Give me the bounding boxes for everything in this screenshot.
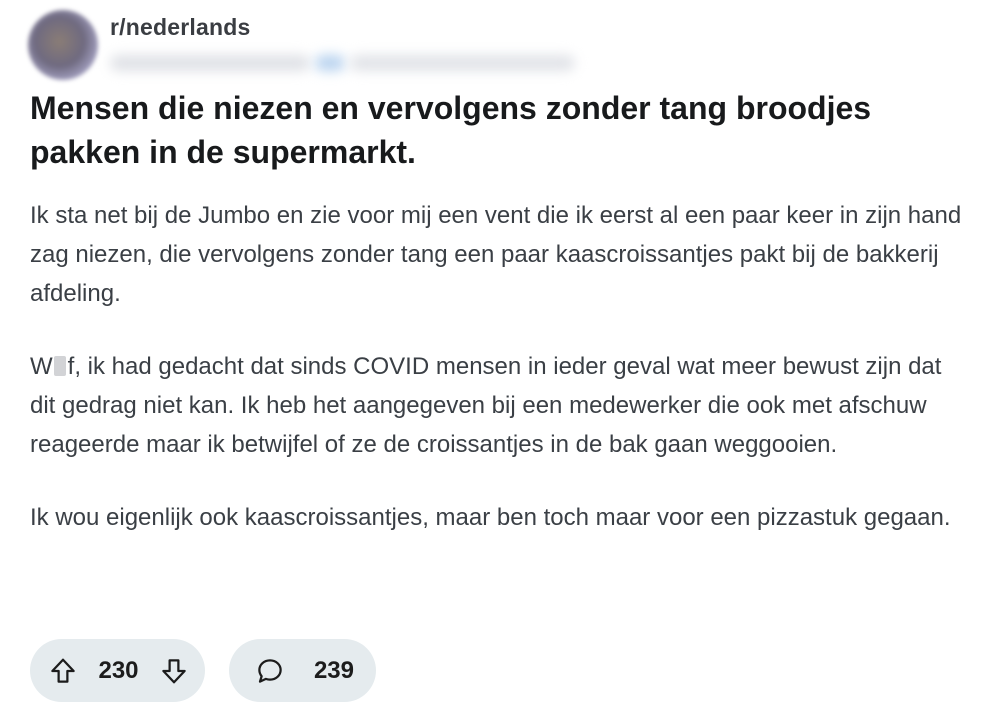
paragraph-lead-letter: W <box>30 353 53 380</box>
speech-bubble-icon <box>258 658 282 683</box>
post-actions: 230 239 <box>30 639 376 702</box>
comments-button[interactable]: 239 <box>229 639 376 702</box>
comment-count: 239 <box>313 656 354 684</box>
post-paragraph-1: Ik sta net bij de Jumbo en zie voor mij … <box>30 202 962 307</box>
post-header: r/nederlands <box>28 10 580 80</box>
post-paragraph-2: Wf, ik had gedacht dat sinds COVID mense… <box>30 347 965 464</box>
downvote-button[interactable] <box>157 654 191 688</box>
subreddit-name[interactable]: r/nederlands <box>110 14 580 41</box>
post-title[interactable]: Mensen die niezen en vervolgens zonder t… <box>30 86 970 174</box>
arrow-up-icon <box>51 658 75 683</box>
post-body: Ik sta net bij de Jumbo en zie voor mij … <box>30 196 965 571</box>
subreddit-avatar[interactable] <box>28 10 98 80</box>
vote-count: 230 <box>98 656 139 684</box>
author-meta-redacted <box>110 49 580 75</box>
arrow-down-icon <box>162 658 186 683</box>
paragraph-text-after-censor: f, ik had gedacht dat sinds COVID mensen… <box>30 353 942 458</box>
censor-block <box>53 356 66 376</box>
upvote-button[interactable] <box>46 654 80 688</box>
post-header-text: r/nederlands <box>110 14 580 75</box>
post-paragraph-3: Ik wou eigenlijk ook kaascroissantjes, m… <box>30 504 951 531</box>
vote-pill: 230 <box>30 639 205 702</box>
